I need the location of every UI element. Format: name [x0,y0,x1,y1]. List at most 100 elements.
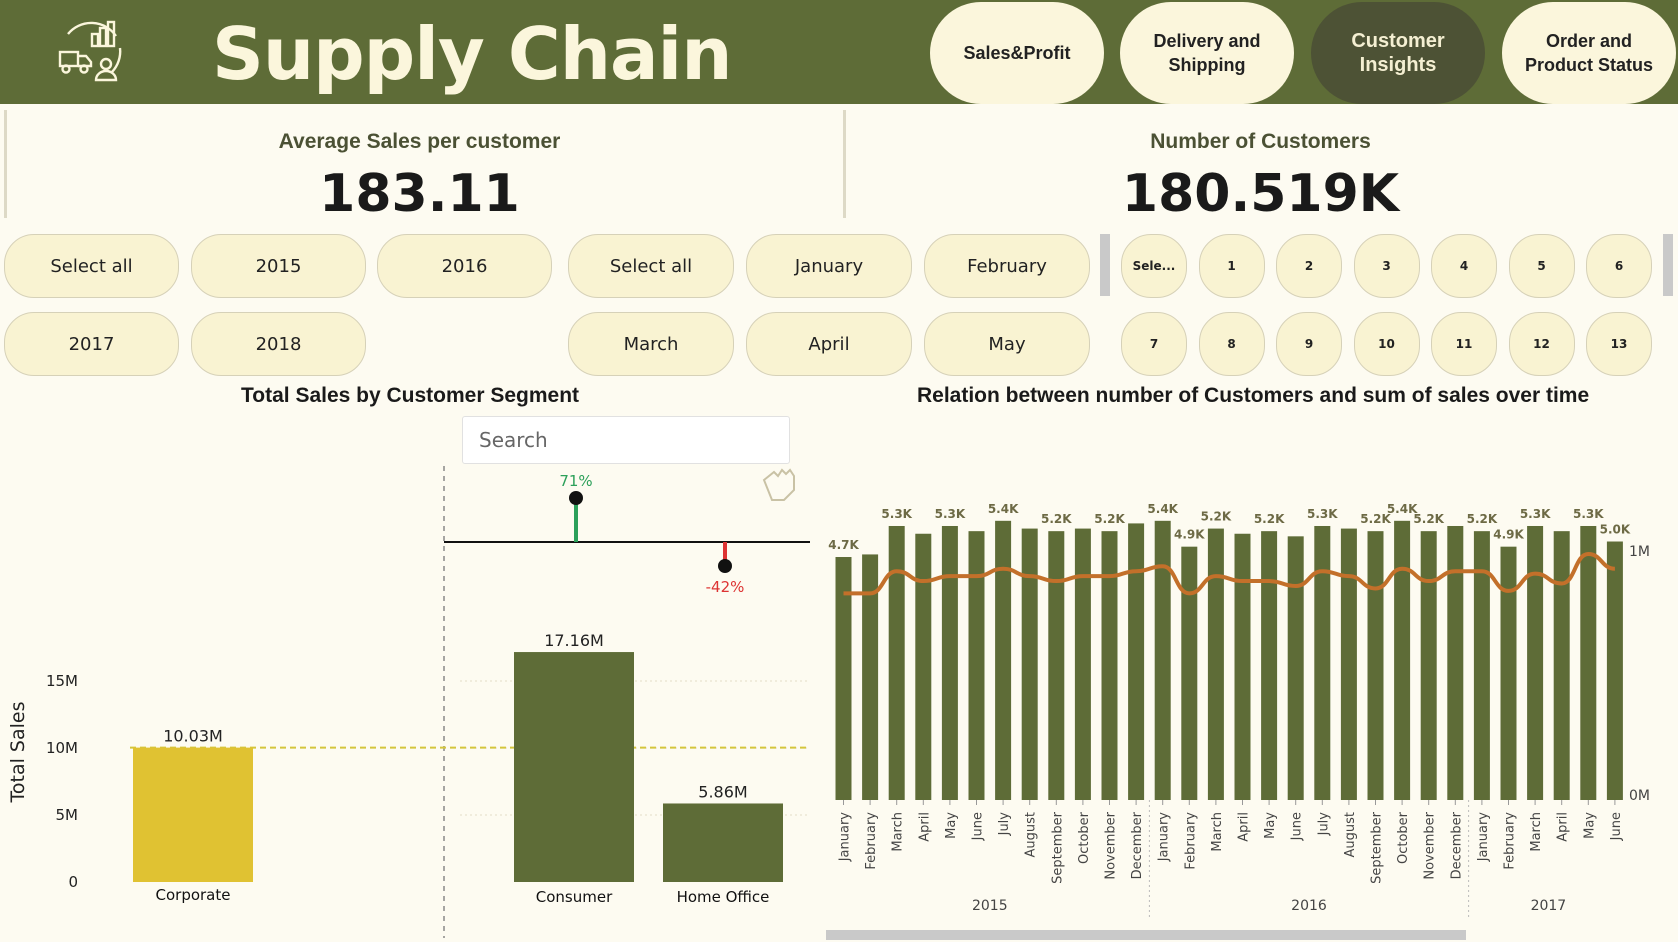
time-bar-value: 5.3K [1573,507,1604,521]
day-slicer-7[interactable]: 7 [1121,312,1187,376]
time-month-label: March [1529,812,1544,852]
time-bar[interactable] [1367,531,1384,800]
time-bar[interactable] [1447,525,1464,800]
time-bar[interactable] [1606,541,1623,801]
time-bar[interactable] [1101,531,1118,800]
time-bar[interactable] [1207,528,1224,800]
time-bar[interactable] [1420,531,1437,800]
time-month-label: November [1104,811,1119,879]
day-slicer-2[interactable]: 2 [1276,234,1342,298]
time-year-label: 2016 [1291,898,1327,914]
time-bar[interactable] [1234,533,1251,800]
segment-bar-home-office[interactable] [663,803,783,882]
nav-customer-insights-button[interactable]: Customer Insights [1311,2,1485,104]
year-slicer-2018[interactable]: 2018 [191,312,366,376]
segment-bar-value: 5.86M [698,782,747,801]
day-slicer-5[interactable]: 5 [1508,234,1575,298]
segment-y-tick: 0 [68,873,78,891]
num-customers-card: Number of Customers 180.519K [843,110,1675,224]
time-bar[interactable] [1394,520,1411,800]
time-bar-value: 5.2K [1094,512,1125,526]
time-month-label: January [838,812,853,863]
day-slicer-6[interactable]: 6 [1586,234,1652,298]
day-slicer-11[interactable]: 11 [1431,312,1497,376]
time-month-label: January [1157,812,1172,863]
time-bar-value: 5.2K [1254,512,1285,526]
month-slicer-february[interactable]: February [924,234,1090,298]
time-month-label: February [864,812,879,870]
time-bar[interactable] [968,531,985,800]
time-bar-value: 5.2K [1467,512,1498,526]
day-slicer-10[interactable]: 10 [1353,312,1420,376]
time-month-label: June [971,812,986,841]
time-bar[interactable] [915,533,932,800]
segment-category-label: Home Office [677,888,770,906]
time-month-label: September [1050,811,1065,884]
segment-bar-consumer[interactable] [514,652,634,882]
month-slicer-may[interactable]: May [924,312,1090,376]
variance-up-dot [569,491,583,505]
time-month-label: July [997,812,1012,837]
year-slicer-2015[interactable]: 2015 [191,234,366,298]
day-slicer-1[interactable]: 1 [1198,234,1265,298]
time-month-label: April [1556,812,1571,842]
month-slicer-select-all[interactable]: Select all [568,234,734,298]
time-bar[interactable] [1580,525,1597,800]
year-slicer-2017[interactable]: 2017 [4,312,179,376]
time-bar[interactable] [1287,536,1304,800]
segment-search-input[interactable] [462,416,790,464]
segment-bar-corporate[interactable] [133,747,253,882]
time-bar[interactable] [1261,531,1278,800]
day-slicer-13[interactable]: 13 [1586,312,1652,376]
hand-cursor-icon [762,468,795,501]
day-slicer-12[interactable]: 12 [1508,312,1575,376]
month-slicer-january[interactable]: January [746,234,912,298]
time-bar[interactable] [1154,520,1171,800]
num-customers-value: 180.519K [1121,164,1400,224]
segment-y-tick: 10M [46,739,78,757]
month-slicer-april[interactable]: April [746,312,912,376]
time-month-label: August [1343,812,1358,858]
day-slicer-3[interactable]: 3 [1353,234,1420,298]
time-bar[interactable] [1340,528,1357,800]
year-slicer-select-all[interactable]: Select all [4,234,179,298]
time-bar[interactable] [1314,525,1331,800]
day-slicer-select-all[interactable]: Sele... [1121,234,1187,298]
nav-order-product-status-button[interactable]: Order and Product Status [1502,2,1676,104]
time-bar[interactable] [1021,528,1038,800]
segment-chart: 10.03M Corporate 17.16M Consumer 5.86M Home O… [7,466,810,938]
time-bar[interactable] [1048,531,1065,800]
time-bar[interactable] [888,525,905,800]
time-bar[interactable] [941,525,958,800]
supply-chain-logo-icon [58,20,122,82]
time-bar[interactable] [1181,546,1198,800]
time-bar[interactable] [1553,531,1570,800]
time-bar[interactable] [1500,546,1517,800]
nav-sales-profit-button[interactable]: Sales&Profit [930,2,1104,104]
nav-delivery-shipping-button[interactable]: Delivery and Shipping [1120,2,1294,104]
segment-category-label: Corporate [156,886,231,904]
day-slicer-8[interactable]: 8 [1198,312,1265,376]
time-bar-value: 5.4K [1147,502,1178,516]
time-bar[interactable] [1128,523,1145,800]
time-bar-value: 5.2K [1041,512,1072,526]
time-bar-value: 5.3K [1520,507,1551,521]
day-slicer-9[interactable]: 9 [1276,312,1342,376]
time-bar-value: 5.4K [988,502,1019,516]
month-slicer-scrollbar[interactable] [1100,234,1110,296]
day-slicer-scrollbar[interactable] [1663,234,1673,296]
month-slicer-march[interactable]: March [568,312,734,376]
year-slicer-2016[interactable]: 2016 [377,234,552,298]
time-bar-value: 5.3K [935,507,966,521]
day-slicer-4[interactable]: 4 [1431,234,1497,298]
time-bar[interactable] [1074,528,1091,800]
time-bar[interactable] [995,520,1012,800]
avg-sales-title: Average Sales per customer [278,130,561,153]
time-chart-h-scrollbar[interactable] [826,930,1466,940]
time-bar-value: 5.2K [1201,510,1232,524]
time-month-label: April [917,812,932,842]
time-bar[interactable] [1527,525,1544,800]
variance-down-label: -42% [706,578,745,596]
variance-up-label: 71% [559,472,592,490]
page-title: Supply Chain [212,12,732,96]
